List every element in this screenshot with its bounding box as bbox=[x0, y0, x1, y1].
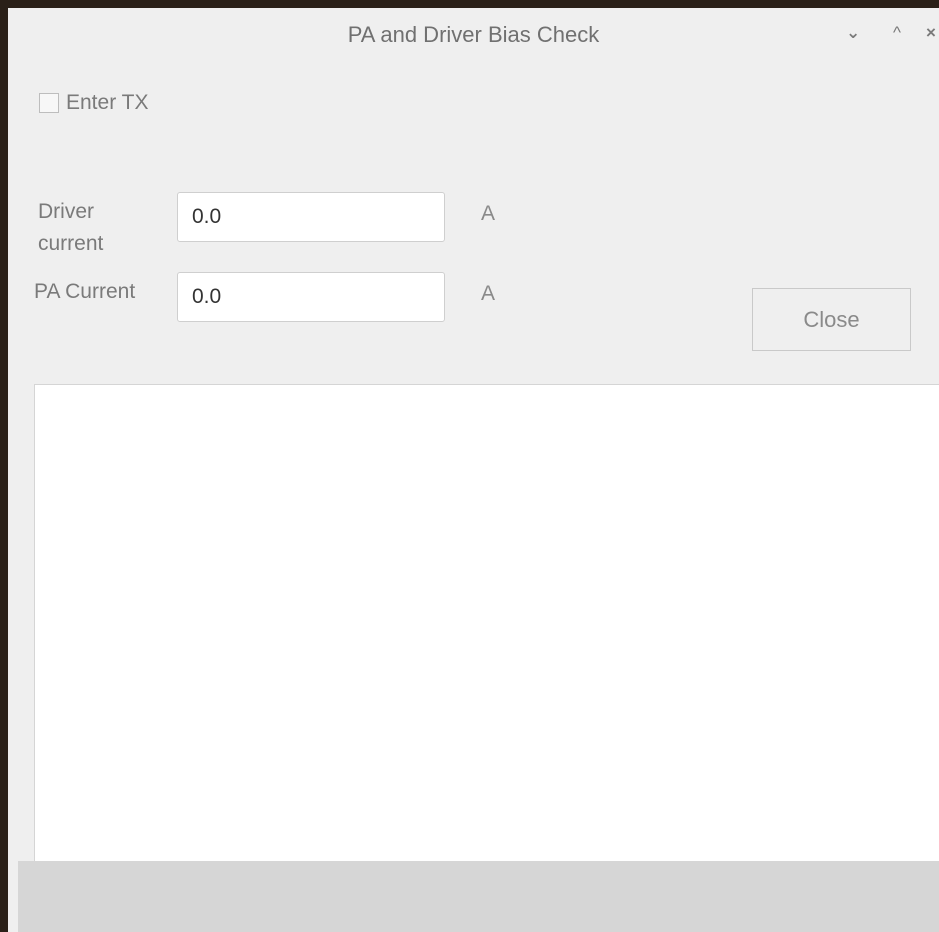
maximize-icon[interactable]: ^ bbox=[893, 22, 901, 44]
title-bar[interactable]: PA and Driver Bias Check ⌄ ^ × bbox=[8, 8, 939, 64]
enter-tx-checkbox-row[interactable]: Enter TX bbox=[39, 89, 148, 117]
log-text-area[interactable] bbox=[34, 384, 939, 861]
status-bar bbox=[18, 861, 939, 932]
close-window-icon[interactable]: × bbox=[926, 22, 936, 44]
driver-current-input[interactable] bbox=[177, 192, 445, 242]
pa-current-label: PA Current bbox=[34, 280, 136, 303]
enter-tx-label[interactable]: Enter TX bbox=[66, 91, 148, 115]
pa-current-input[interactable] bbox=[177, 272, 445, 322]
dialog-window: PA and Driver Bias Check ⌄ ^ × Enter TX … bbox=[8, 8, 939, 932]
window-title: PA and Driver Bias Check bbox=[347, 22, 600, 47]
minimize-icon[interactable]: ⌄ bbox=[846, 22, 860, 44]
close-button[interactable]: Close bbox=[752, 288, 911, 351]
enter-tx-checkbox[interactable] bbox=[39, 93, 59, 113]
driver-current-unit: A bbox=[481, 202, 496, 225]
driver-current-label: Driver current bbox=[38, 200, 104, 255]
pa-current-unit: A bbox=[481, 282, 496, 305]
